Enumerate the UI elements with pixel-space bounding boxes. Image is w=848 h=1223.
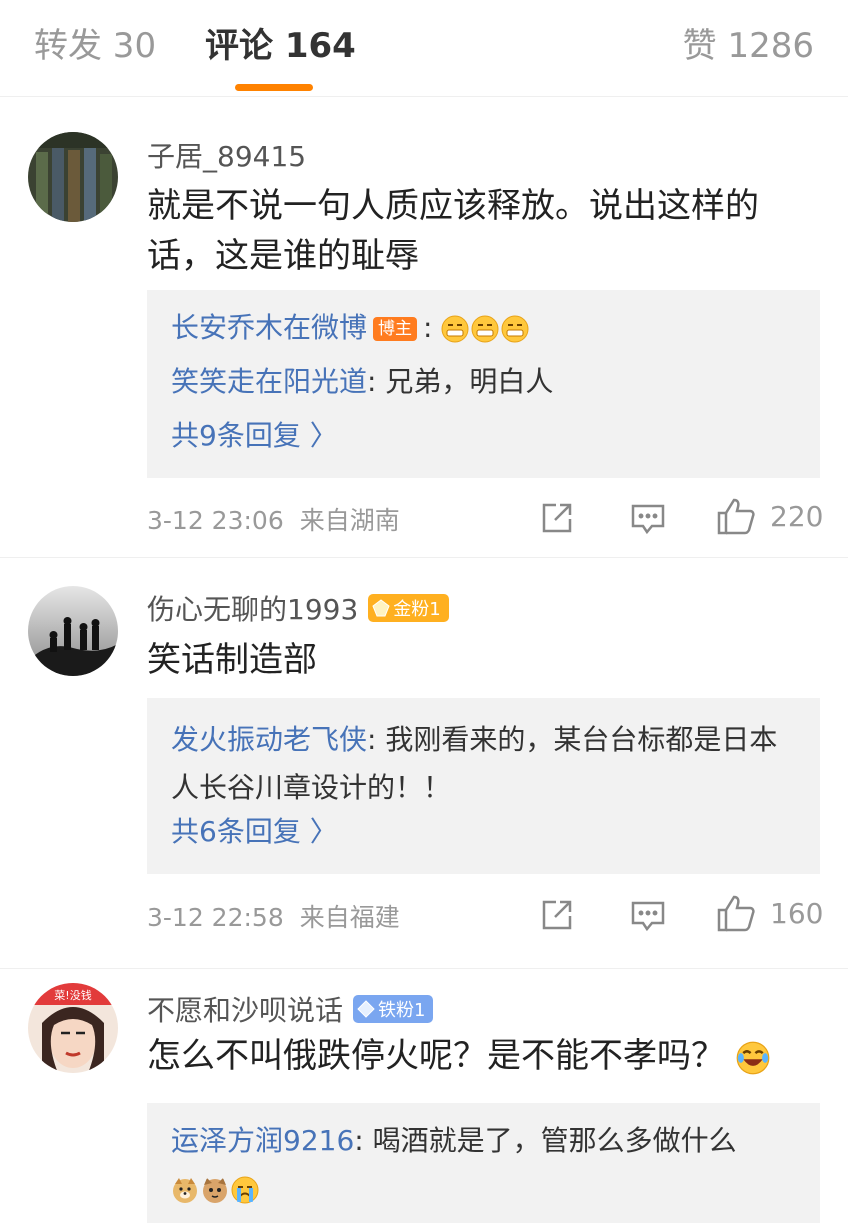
reply-icon[interactable] bbox=[630, 502, 666, 540]
comment-item: 伤心无聊的1993 金粉1 笑话制造部 发火振动老飞侠: 我刚看来的，某台台标都… bbox=[0, 558, 848, 969]
username[interactable]: 子居_89415 bbox=[147, 135, 306, 175]
diamond-icon bbox=[357, 1000, 375, 1018]
share-icon[interactable] bbox=[540, 501, 574, 539]
grimace-emoji bbox=[441, 311, 471, 344]
username-text[interactable]: 伤心无聊的1993 bbox=[147, 588, 358, 628]
reply-line: 发火振动老飞侠: 我刚看来的，某台台标都是日本人长谷川章设计的！！ bbox=[171, 716, 800, 812]
comment-text-body: 怎么不叫俄跌停火呢？是不能不孝吗？ bbox=[147, 1036, 725, 1076]
reply-icon[interactable] bbox=[630, 899, 666, 937]
comment-text: 笑话制造部 bbox=[147, 640, 317, 680]
comment-item: 子居_89415 就是不说一句人质应该释放。说出这样的话，这是谁的耻辱 长安乔木… bbox=[0, 97, 848, 558]
crying-emoji bbox=[231, 1172, 261, 1205]
like-icon[interactable] bbox=[716, 894, 756, 936]
username-text[interactable]: 不愿和沙呗说话 bbox=[147, 989, 343, 1029]
reply-preview-box[interactable]: 长安乔木在微博 博主: 笑笑走在阳光道: 兄弟，明白人 共9条回复 〉 bbox=[147, 290, 820, 478]
tab-likes[interactable]: 赞 1286 bbox=[683, 22, 814, 70]
reply-text: 兄弟，明白人 bbox=[385, 365, 554, 398]
tab-reposts[interactable]: 转发 30 bbox=[34, 22, 156, 70]
comment-text: 就是不说一句人质应该释放。说出这样的话，这是谁的耻辱 bbox=[147, 186, 759, 276]
grimace-emoji bbox=[501, 311, 531, 344]
tab-comments[interactable]: 评论 164 bbox=[205, 22, 356, 70]
reply-separator: : bbox=[367, 723, 377, 756]
like-count: 160 bbox=[770, 897, 824, 930]
comment-text: 怎么不叫俄跌停火呢？是不能不孝吗？ bbox=[147, 1031, 800, 1081]
comment-meta: 3-12 23:06 来自湖南 bbox=[147, 501, 400, 537]
comment-location: 来自湖南 bbox=[299, 506, 400, 535]
like-count: 220 bbox=[770, 500, 824, 533]
fan-badge-gold[interactable]: 金粉1 bbox=[368, 594, 449, 622]
reply-preview-box[interactable]: 发火振动老飞侠: 我刚看来的，某台台标都是日本人长谷川章设计的！！ 共6条回复 … bbox=[147, 698, 820, 874]
avatar[interactable] bbox=[28, 586, 118, 676]
cat-emoji bbox=[201, 1172, 231, 1205]
reply-author[interactable]: 运泽方润9216 bbox=[171, 1124, 354, 1157]
view-more-replies-link[interactable]: 共9条回复 〉 bbox=[171, 414, 338, 458]
svg-text:菜!没钱: 菜!没钱 bbox=[54, 988, 91, 1002]
reply-separator: : bbox=[423, 311, 433, 344]
doge-emoji bbox=[171, 1172, 201, 1205]
fan-badge-label: 铁粉1 bbox=[378, 1000, 426, 1021]
comment-location: 来自福建 bbox=[299, 903, 400, 932]
tab-bar: 转发 30 评论 164 赞 1286 bbox=[0, 0, 848, 97]
reply-line: 运泽方润9216: 喝酒就是了，管那么多做什么 bbox=[171, 1117, 800, 1213]
reply-preview-box[interactable]: 运泽方润9216: 喝酒就是了，管那么多做什么 bbox=[147, 1103, 820, 1223]
gem-icon bbox=[372, 599, 390, 617]
reply-line: 笑笑走在阳光道: 兄弟，明白人 bbox=[171, 360, 800, 404]
reply-line: 长安乔木在微博 博主: bbox=[171, 306, 800, 350]
fan-badge-label: 金粉1 bbox=[393, 599, 441, 620]
active-tab-indicator bbox=[235, 84, 313, 91]
view-more-replies-link[interactable]: 共6条回复 〉 bbox=[171, 810, 338, 854]
comment-meta: 3-12 22:58 来自福建 bbox=[147, 898, 400, 934]
reply-author[interactable]: 长安乔木在微博 bbox=[171, 311, 367, 344]
username[interactable]: 不愿和沙呗说话 铁粉1 bbox=[147, 989, 434, 1029]
reply-text: 喝酒就是了，管那么多做什么 bbox=[372, 1124, 737, 1157]
share-icon[interactable] bbox=[540, 898, 574, 936]
avatar[interactable]: 菜!没钱 bbox=[28, 983, 118, 1073]
comment-time: 3-12 22:58 bbox=[147, 903, 284, 932]
like-icon[interactable] bbox=[716, 497, 756, 539]
grimace-emoji bbox=[471, 311, 501, 344]
username[interactable]: 伤心无聊的1993 金粉1 bbox=[147, 588, 449, 628]
laughing-tears-emoji bbox=[736, 1036, 772, 1076]
comment-item: 菜!没钱 不愿和沙呗说话 铁粉1 怎么不叫俄跌停火呢？是不能不孝吗？ 运泽方润9… bbox=[0, 969, 848, 1223]
username-text[interactable]: 子居_89415 bbox=[147, 135, 306, 175]
reply-separator: : bbox=[367, 365, 377, 398]
reply-author[interactable]: 笑笑走在阳光道 bbox=[171, 365, 367, 398]
reply-separator: : bbox=[354, 1124, 364, 1157]
blogger-tag: 博主 bbox=[373, 317, 418, 341]
fan-badge-iron[interactable]: 铁粉1 bbox=[353, 995, 434, 1023]
reply-author[interactable]: 发火振动老飞侠 bbox=[171, 723, 367, 756]
avatar[interactable] bbox=[28, 132, 118, 222]
comment-time: 3-12 23:06 bbox=[147, 506, 284, 535]
